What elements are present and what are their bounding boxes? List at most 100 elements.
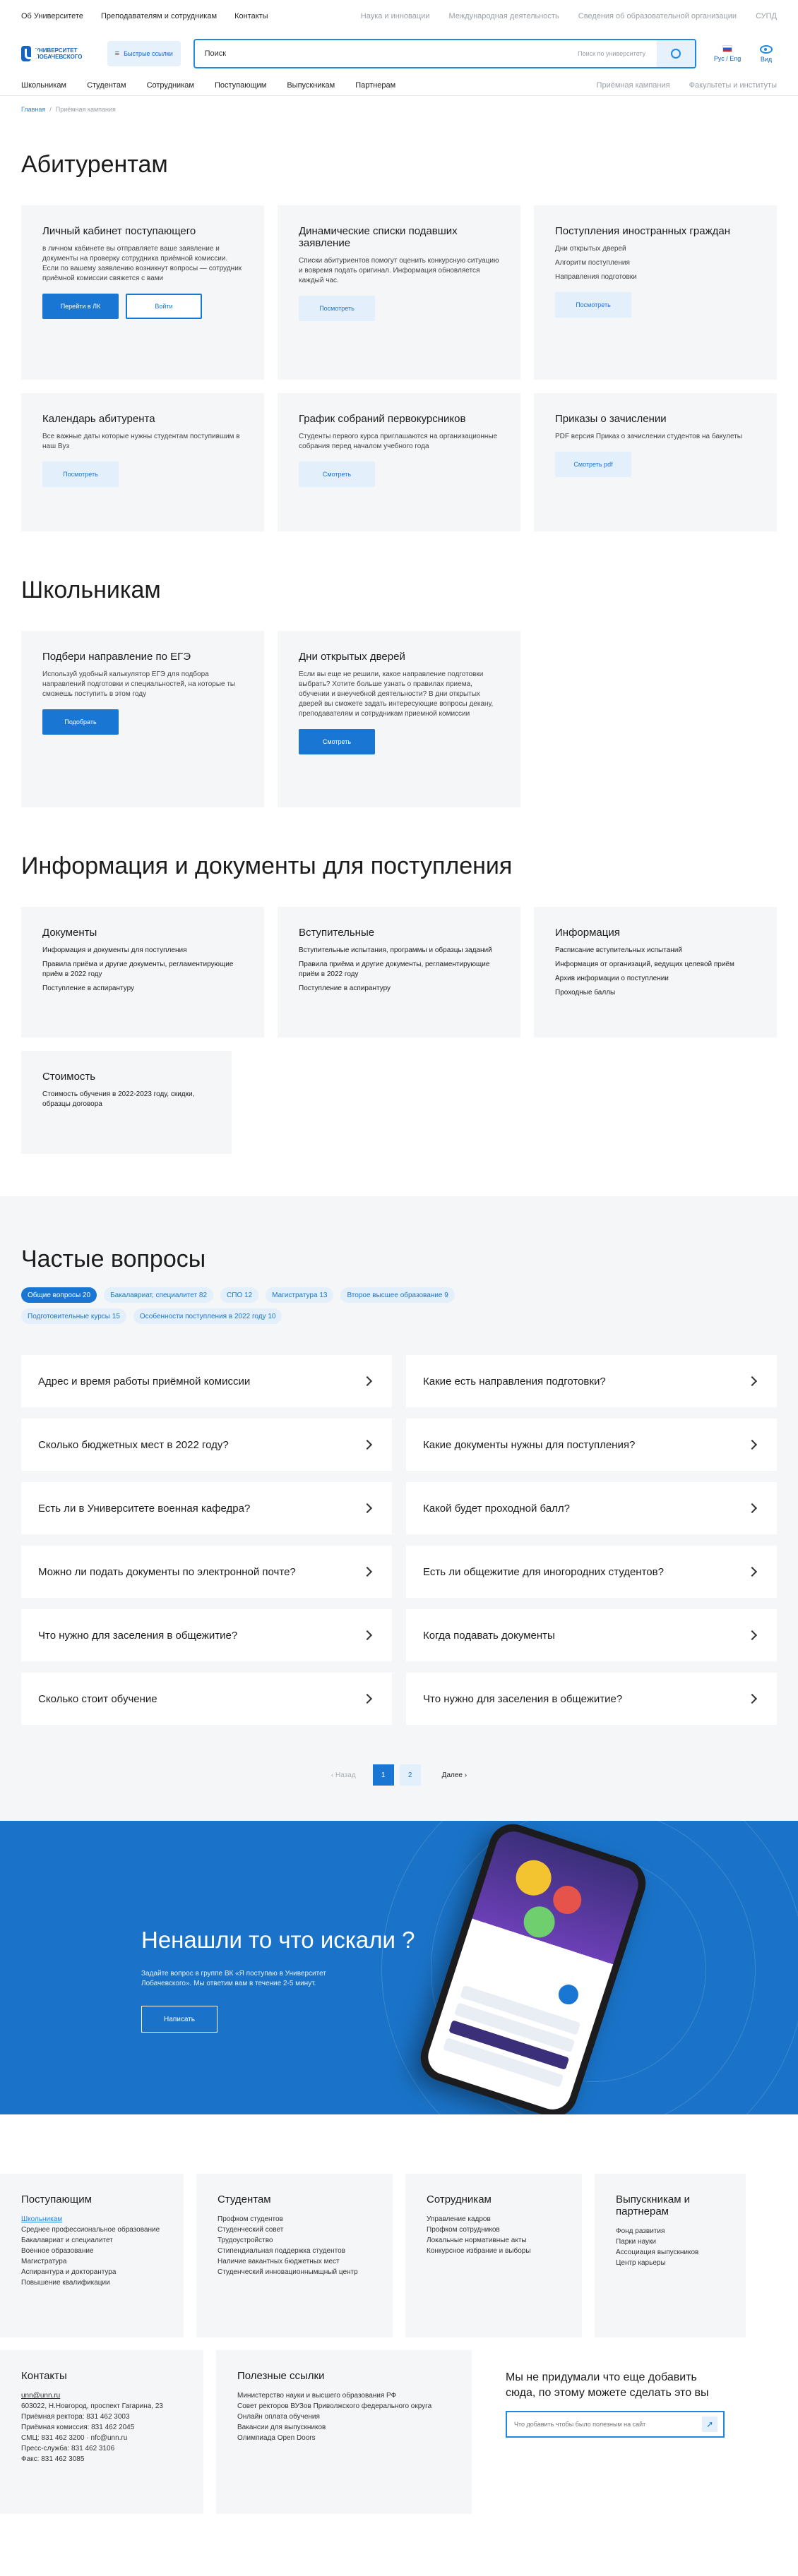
card-link[interactable]: Вступительные испытания, программы и обр… bbox=[299, 946, 499, 956]
card-link[interactable]: Информация и документы для поступления bbox=[42, 946, 243, 956]
suggest-input[interactable] bbox=[514, 2421, 703, 2428]
nav-item-partners[interactable]: Партнерам bbox=[355, 81, 395, 90]
faq-question[interactable]: Какие есть направления подготовки? bbox=[406, 1355, 777, 1407]
card-link[interactable]: Направления подготовки bbox=[555, 272, 756, 282]
footer-link[interactable]: Профком сотрудников bbox=[427, 2225, 561, 2235]
footer-link[interactable]: Студенческий совет bbox=[218, 2225, 371, 2235]
top-link-info[interactable]: Сведения об образовательной организации bbox=[578, 12, 737, 20]
footer-link[interactable]: Профком студентов bbox=[218, 2214, 371, 2225]
nav-item-graduates[interactable]: Выпускникам bbox=[287, 81, 335, 90]
card-link[interactable]: Стоимость обучения в 2022-2023 году, ски… bbox=[42, 1090, 210, 1109]
vision-mode-button[interactable]: Вид bbox=[756, 44, 777, 63]
logo[interactable]: Университет Лобачевского bbox=[21, 46, 93, 61]
footer-link[interactable]: Трудоустройство bbox=[218, 2235, 371, 2246]
footer-link[interactable]: Военное образование bbox=[21, 2246, 162, 2256]
faq-question[interactable]: Можно ли подать документы по электронной… bbox=[21, 1546, 392, 1598]
chip-general[interactable]: Общие вопросы 20 bbox=[21, 1287, 97, 1303]
write-button[interactable]: Написать bbox=[141, 2006, 218, 2033]
card-link[interactable]: Поступление в аспирантуру bbox=[299, 984, 499, 994]
footer-link[interactable]: Вакансии для выпускников bbox=[237, 2422, 451, 2433]
card-link[interactable]: Дни открытых дверей bbox=[555, 244, 756, 254]
nav-item-staff[interactable]: Сотрудникам bbox=[147, 81, 194, 90]
card-link[interactable]: Правила приёма и другие документы, регла… bbox=[299, 960, 499, 980]
quick-links-button[interactable]: ≡ Быстрые ссылки bbox=[107, 41, 181, 66]
footer-link[interactable]: Фонд развития bbox=[616, 2226, 725, 2237]
nav-item-applicants[interactable]: Поступающим bbox=[215, 81, 266, 90]
pagination-prev-label: Назад bbox=[335, 1771, 356, 1779]
chip-spo[interactable]: СПО 12 bbox=[220, 1287, 259, 1303]
pagination-page[interactable]: 2 bbox=[399, 1764, 421, 1786]
faq-question[interactable]: Есть ли в Университете военная кафедра? bbox=[21, 1482, 392, 1534]
send-icon[interactable]: ➚ bbox=[702, 2416, 717, 2432]
view-lists-button[interactable]: Посмотреть bbox=[299, 296, 375, 321]
footer-link[interactable]: Конкурсное избрание и выборы bbox=[427, 2246, 561, 2256]
card-link[interactable]: Поступление в аспирантуру bbox=[42, 984, 243, 994]
view-calendar-button[interactable]: Посмотреть bbox=[42, 462, 119, 487]
faq-question[interactable]: Сколько стоит обучение bbox=[21, 1673, 392, 1725]
contact-email[interactable]: unn@unn.ru bbox=[21, 2390, 182, 2401]
footer-link[interactable]: Локальные нормативные акты bbox=[427, 2235, 561, 2246]
card-link[interactable]: Архив информации о поступлении bbox=[555, 974, 756, 984]
faq-question[interactable]: Какой будет проходной балл? bbox=[406, 1482, 777, 1534]
card-link[interactable]: Расписание вступительных испытаний bbox=[555, 946, 756, 956]
pagination-prev[interactable]: ‹ Назад bbox=[331, 1771, 356, 1779]
footer-link[interactable]: Онлайн оплата обучения bbox=[237, 2412, 451, 2422]
pagination-next[interactable]: Далее › bbox=[442, 1771, 467, 1779]
card-link[interactable]: Правила приёма и другие документы, регла… bbox=[42, 960, 243, 980]
view-pdf-button[interactable]: Смотреть pdf bbox=[555, 452, 631, 477]
footer-link[interactable]: Аспирантура и докторантура bbox=[21, 2267, 162, 2277]
chip-prep-courses[interactable]: Подготовительные курсы 15 bbox=[21, 1308, 126, 1324]
footer-link[interactable]: Министерство науки и высшего образования… bbox=[237, 2390, 451, 2401]
search-scope-dropdown[interactable]: Поиск по университету bbox=[578, 50, 645, 57]
footer-link[interactable]: Центр карьеры bbox=[616, 2258, 725, 2268]
view-foreign-button[interactable]: Посмотреть bbox=[555, 292, 631, 318]
view-schedule-button[interactable]: Смотреть bbox=[299, 462, 375, 487]
nav-item-school[interactable]: Школьникам bbox=[21, 81, 66, 90]
top-link-science[interactable]: Наука и инновации bbox=[361, 12, 430, 20]
footer-link[interactable]: Бакалавриат и специалитет bbox=[21, 2235, 162, 2246]
card-link[interactable]: Информация от организаций, ведущих целев… bbox=[555, 960, 756, 970]
footer-link[interactable]: Студенческий инновационнымщный центр bbox=[218, 2267, 371, 2277]
search-input[interactable] bbox=[204, 49, 572, 58]
footer-link[interactable]: Управление кадров bbox=[427, 2214, 561, 2225]
view-open-days-button[interactable]: Смотреть bbox=[299, 729, 375, 754]
faq-question[interactable]: Сколько бюджетных мест в 2022 году? bbox=[21, 1419, 392, 1471]
card-link[interactable]: Алгоритм поступления bbox=[555, 258, 756, 268]
footer-link[interactable]: Совет ректоров ВУЗов Приволжского федера… bbox=[237, 2401, 451, 2412]
footer-link[interactable]: Парки науки bbox=[616, 2237, 725, 2247]
faq-question[interactable]: Что нужно для заселения в общежитие? bbox=[406, 1673, 777, 1725]
footer-link[interactable]: Магистратура bbox=[21, 2256, 162, 2267]
footer-link[interactable]: Наличие вакантных бюджетных мест bbox=[218, 2256, 371, 2267]
top-link-contacts[interactable]: Контакты bbox=[234, 12, 268, 20]
footer-link[interactable]: Повышение квалификации bbox=[21, 2277, 162, 2288]
chip-bachelor[interactable]: Бакалавриат, специалитет 82 bbox=[104, 1287, 214, 1303]
go-to-account-button[interactable]: Перейти в ЛК bbox=[42, 294, 119, 319]
footer-link[interactable]: Школьникам bbox=[21, 2214, 162, 2225]
search-button[interactable] bbox=[657, 40, 696, 67]
top-link-supd[interactable]: СУПД bbox=[756, 12, 777, 20]
faq-question[interactable]: Какие документы нужны для поступления? bbox=[406, 1419, 777, 1471]
nav-item-faculties[interactable]: Факультеты и институты bbox=[689, 81, 777, 90]
faq-question[interactable]: Адрес и время работы приёмной комиссии bbox=[21, 1355, 392, 1407]
pagination-page[interactable]: 1 bbox=[372, 1764, 394, 1786]
nav-item-admission[interactable]: Приёмная кампания bbox=[597, 81, 670, 90]
nav-item-students[interactable]: Студентам bbox=[87, 81, 126, 90]
faq-question[interactable]: Когда подавать документы bbox=[406, 1609, 777, 1661]
top-link-staff[interactable]: Преподавателям и сотрудникам bbox=[101, 12, 217, 20]
faq-question[interactable]: Есть ли общежитие для иногородних студен… bbox=[406, 1546, 777, 1598]
top-link-international[interactable]: Международная деятельность bbox=[449, 12, 559, 20]
login-button[interactable]: Войти bbox=[126, 294, 202, 319]
chip-second-degree[interactable]: Второе высшее образование 9 bbox=[340, 1287, 455, 1303]
top-link-about[interactable]: Об Университете bbox=[21, 12, 83, 20]
language-switch[interactable]: Рус / Eng bbox=[713, 45, 742, 62]
choose-direction-button[interactable]: Подобрать bbox=[42, 709, 119, 735]
footer-link[interactable]: Стипендиальная поддержка студентов bbox=[218, 2246, 371, 2256]
faq-question[interactable]: Что нужно для заселения в общежитие? bbox=[21, 1609, 392, 1661]
chip-2022-features[interactable]: Особенности поступления в 2022 году 10 bbox=[133, 1308, 282, 1324]
breadcrumb-home[interactable]: Главная bbox=[21, 106, 45, 113]
footer-link[interactable]: Среднее профессиональное образование bbox=[21, 2225, 162, 2235]
footer-link[interactable]: Ассоциация выпускников bbox=[616, 2247, 725, 2258]
footer-link[interactable]: Олимпиада Open Doors bbox=[237, 2433, 451, 2443]
card-link[interactable]: Проходные баллы bbox=[555, 988, 756, 998]
chip-master[interactable]: Магистратура 13 bbox=[266, 1287, 334, 1303]
